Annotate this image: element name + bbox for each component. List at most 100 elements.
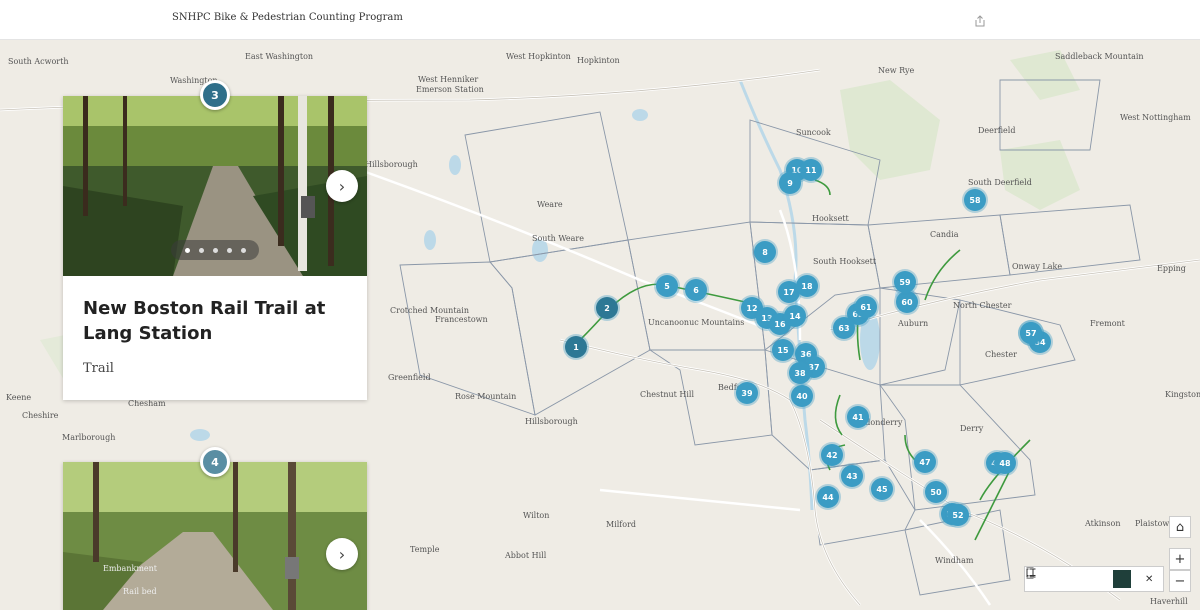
carousel-dot[interactable] bbox=[198, 247, 204, 253]
map-label: Emerson Station bbox=[416, 85, 484, 94]
map-label: Hillsborough bbox=[365, 160, 418, 169]
trail-photo: › bbox=[63, 96, 367, 276]
count-location-cluster[interactable]: 52 bbox=[947, 504, 969, 526]
map-label: Temple bbox=[410, 545, 440, 554]
map-label: Hopkinton bbox=[577, 56, 620, 65]
count-location-cluster[interactable]: 60 bbox=[896, 291, 918, 313]
count-location-cluster[interactable]: 58 bbox=[964, 189, 986, 211]
map-label: Hooksett bbox=[812, 214, 849, 223]
trail-photo: Embankment Rail bed › bbox=[63, 462, 367, 610]
count-location-cluster[interactable]: 1 bbox=[565, 336, 587, 358]
map-label: South Deerfield bbox=[968, 178, 1032, 187]
count-location-cluster[interactable]: 41 bbox=[847, 406, 869, 428]
count-location-cluster[interactable]: 59 bbox=[894, 271, 916, 293]
close-icon[interactable]: ✕ bbox=[1140, 570, 1158, 588]
fullscreen-view-icon[interactable] bbox=[1025, 567, 1131, 588]
count-location-cluster[interactable]: 11 bbox=[800, 159, 822, 181]
carousel-dot[interactable] bbox=[212, 247, 218, 253]
map-pin-4[interactable]: 4 bbox=[200, 447, 230, 477]
map-label: South Weare bbox=[532, 234, 584, 243]
map-label: Deerfield bbox=[978, 126, 1016, 135]
map-label: Greenfield bbox=[388, 373, 431, 382]
count-location-cluster[interactable]: 57 bbox=[1020, 322, 1042, 344]
count-location-cluster[interactable]: 40 bbox=[791, 385, 813, 407]
zoom-out-button[interactable]: − bbox=[1169, 570, 1191, 592]
map-label: Kingston bbox=[1165, 390, 1200, 399]
carousel-dot[interactable] bbox=[184, 247, 190, 253]
next-photo-button[interactable]: › bbox=[326, 170, 358, 202]
app-title: SNHPC Bike & Pedestrian Counting Program bbox=[172, 12, 403, 23]
map-label: Candia bbox=[930, 230, 959, 239]
card-title: New Boston Rail Trail at Lang Station bbox=[83, 298, 326, 344]
map-label: Uncanoonuc Mountains bbox=[648, 318, 745, 327]
map-label: Crotched Mountain bbox=[390, 306, 470, 315]
count-location-cluster[interactable]: 63 bbox=[833, 317, 855, 339]
map-label: Auburn bbox=[898, 319, 929, 328]
map-label: West Hopkinton bbox=[506, 52, 571, 61]
map-label: Haverhill bbox=[1150, 597, 1188, 606]
next-photo-button[interactable]: › bbox=[326, 538, 358, 570]
map-label: Weare bbox=[537, 200, 563, 209]
map-label: Marlborough bbox=[62, 433, 116, 442]
map-label: Derry bbox=[960, 424, 984, 433]
share-icon[interactable] bbox=[974, 12, 988, 27]
map-label: West Henniker bbox=[418, 75, 479, 84]
count-location-cluster[interactable]: 44 bbox=[817, 486, 839, 508]
count-location-cluster[interactable]: 42 bbox=[821, 444, 843, 466]
map-label: Wilton bbox=[523, 511, 550, 520]
photo-annotation: Embankment bbox=[103, 564, 158, 573]
carousel-dot[interactable] bbox=[226, 247, 232, 253]
count-location-cluster[interactable]: 50 bbox=[925, 481, 947, 503]
app-header: SNHPC Bike & Pedestrian Counting Program bbox=[0, 0, 1200, 40]
map-label: Francestown bbox=[435, 315, 488, 324]
map-label: South Hooksett bbox=[813, 257, 877, 266]
map-label: Onway Lake bbox=[1012, 262, 1063, 271]
map-label: Keene bbox=[6, 393, 32, 402]
map-label: Fremont bbox=[1090, 319, 1125, 328]
tablet-view-icon[interactable] bbox=[1025, 568, 1075, 588]
map-label: West Nottingham bbox=[1120, 113, 1191, 122]
map-label: Cheshire bbox=[22, 411, 59, 420]
count-location-cluster[interactable]: 45 bbox=[871, 478, 893, 500]
map-label: North Chester bbox=[953, 301, 1012, 310]
map-label: South Acworth bbox=[8, 57, 69, 66]
count-location-cluster[interactable]: 9 bbox=[779, 172, 801, 194]
map-label: New Rye bbox=[878, 66, 915, 75]
count-location-cluster[interactable]: 48 bbox=[994, 452, 1016, 474]
map-label: Suncook bbox=[796, 128, 831, 137]
map-pin-3[interactable]: 3 bbox=[200, 80, 230, 110]
story-card[interactable]: Embankment Rail bed › bbox=[63, 462, 367, 610]
map-view[interactable]: South Acworth Washington East Washington… bbox=[0, 40, 1200, 610]
count-location-cluster[interactable]: 61 bbox=[855, 296, 877, 318]
map-label: Chesham bbox=[128, 399, 166, 408]
card-type: Trail bbox=[83, 361, 114, 376]
map-label: Epping bbox=[1157, 264, 1186, 273]
count-location-cluster[interactable]: 8 bbox=[754, 241, 776, 263]
count-location-cluster[interactable]: 14 bbox=[784, 305, 806, 327]
trail-photo-image bbox=[63, 462, 367, 610]
zoom-in-button[interactable]: + bbox=[1169, 548, 1191, 570]
count-location-cluster[interactable]: 2 bbox=[596, 297, 618, 319]
count-location-cluster[interactable]: 18 bbox=[796, 275, 818, 297]
map-label: Rose Mountain bbox=[455, 392, 517, 401]
map-label: Saddleback Mountain bbox=[1055, 52, 1144, 61]
count-location-cluster[interactable]: 38 bbox=[789, 362, 811, 384]
home-button[interactable]: ⌂ bbox=[1169, 516, 1191, 538]
count-location-cluster[interactable]: 47 bbox=[914, 451, 936, 473]
carousel-dots[interactable] bbox=[171, 240, 259, 260]
map-label: Atkinson bbox=[1085, 519, 1121, 528]
desktop-view-icon[interactable] bbox=[1025, 568, 1103, 588]
map-label: Milford bbox=[606, 520, 637, 529]
map-label: East Washington bbox=[245, 52, 314, 61]
map-label: Hillsborough bbox=[525, 417, 578, 426]
count-location-cluster[interactable]: 15 bbox=[772, 339, 794, 361]
count-location-cluster[interactable]: 5 bbox=[656, 275, 678, 297]
count-location-cluster[interactable]: 43 bbox=[841, 465, 863, 487]
story-card[interactable]: › New Boston Rail Trail at Lang Station … bbox=[63, 96, 367, 400]
carousel-dot[interactable] bbox=[240, 247, 246, 253]
count-location-cluster[interactable]: 39 bbox=[736, 382, 758, 404]
map-label: Chestnut Hill bbox=[640, 390, 695, 399]
map-label: Abbot Hill bbox=[505, 551, 547, 560]
count-location-cluster[interactable]: 6 bbox=[685, 279, 707, 301]
map-label: Chester bbox=[985, 350, 1017, 359]
